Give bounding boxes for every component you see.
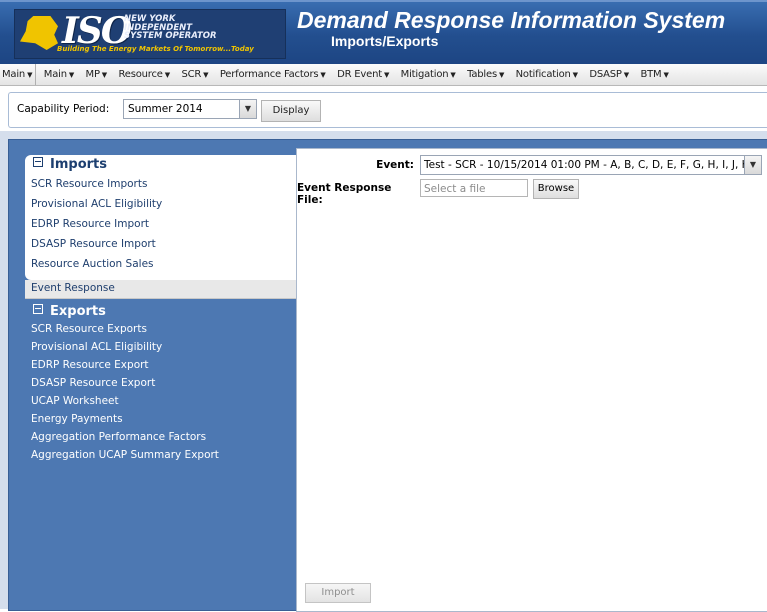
chevron-down-icon: ▼	[101, 71, 107, 79]
nav-item-dsasp-resource-export[interactable]: DSASP Resource Export	[31, 377, 155, 389]
chevron-down-icon[interactable]: ▼	[744, 156, 761, 174]
capability-period-label: Capability Period:	[17, 103, 110, 115]
chevron-down-icon: ▼	[27, 71, 33, 79]
menu-main[interactable]: Main ▼	[40, 64, 78, 85]
imports-header-label: Imports	[50, 157, 107, 172]
display-button[interactable]: Display	[261, 100, 321, 122]
exports-header-label: Exports	[50, 304, 106, 319]
main-body: Imports SCR Resource Imports Provisional…	[0, 131, 767, 612]
menu-label: Main	[43, 69, 67, 80]
menu-btm[interactable]: BTM ▼	[636, 64, 672, 85]
event-response-file-input[interactable]: Select a file	[420, 179, 528, 197]
capability-period-select[interactable]: Summer 2014 ▼	[123, 99, 257, 119]
capability-period-value: Summer 2014	[128, 103, 203, 115]
imports-section: Imports SCR Resource Imports Provisional…	[25, 155, 307, 280]
nav-item-resource-auction-sales[interactable]: Resource Auction Sales	[31, 258, 154, 270]
app-header: ISO NEW YORK INDEPENDENT SYSTEM OPERATOR…	[0, 0, 767, 64]
chevron-down-icon[interactable]: ▼	[239, 100, 256, 118]
chevron-down-icon: ▼	[383, 71, 390, 79]
logo-tagline: Building The Energy Markets Of Tomorrow.…	[57, 45, 254, 53]
menu-label: DR Event	[337, 69, 382, 80]
chevron-down-icon: ▼	[450, 71, 456, 79]
menu-main-root[interactable]: Main ▼	[0, 64, 37, 85]
chevron-down-icon: ▼	[68, 71, 75, 79]
nav-item-aggregation-ucap-summary-export[interactable]: Aggregation UCAP Summary Export	[31, 449, 219, 461]
event-response-form: Event: Test - SCR - 10/15/2014 01:00 PM …	[296, 148, 767, 612]
menu-label: Performance Factors	[219, 69, 319, 80]
import-button[interactable]: Import	[305, 583, 371, 603]
chevron-down-icon: ▼	[320, 71, 326, 79]
menu-label: MP	[85, 69, 100, 80]
event-response-file-label: Event Response File:	[297, 182, 392, 206]
menu-label: DSASP	[589, 69, 622, 80]
exports-header[interactable]: Exports	[33, 304, 106, 319]
nav-item-scr-resource-imports[interactable]: SCR Resource Imports	[31, 178, 147, 190]
app-title: Demand Response Information System	[297, 7, 726, 33]
page-subtitle: Imports/Exports	[331, 33, 439, 49]
menu-notification[interactable]: Notification ▼	[512, 64, 582, 85]
event-label: Event:	[376, 159, 414, 171]
nav-item-ucap-worksheet[interactable]: UCAP Worksheet	[31, 395, 119, 407]
nav-item-provisional-acl-eligibility-import[interactable]: Provisional ACL Eligibility	[31, 198, 162, 210]
event-value: Test - SCR - 10/15/2014 01:00 PM - A, B,…	[424, 159, 749, 171]
menu-mitigation[interactable]: Mitigation ▼	[397, 64, 460, 85]
chevron-down-icon: ▼	[164, 71, 170, 79]
content-panel: Imports SCR Resource Imports Provisional…	[8, 139, 767, 612]
menu-label: Tables	[467, 69, 497, 80]
menu-label: Main	[2, 69, 26, 80]
imports-header[interactable]: Imports	[33, 157, 107, 172]
chevron-down-icon: ▼	[623, 71, 629, 79]
org-line-3: SYSTEM OPERATOR	[124, 31, 217, 41]
menu-label: Notification	[515, 69, 571, 80]
chevron-down-icon: ▼	[572, 71, 578, 79]
capability-period-filter: Capability Period: Summer 2014 ▼ Display	[8, 92, 767, 128]
menu-label: SCR	[181, 69, 202, 80]
nav-item-edrp-resource-export[interactable]: EDRP Resource Export	[31, 359, 149, 371]
nav-item-dsasp-resource-import[interactable]: DSASP Resource Import	[31, 238, 156, 250]
chevron-down-icon: ▼	[203, 71, 209, 79]
menu-performance-factors[interactable]: Performance Factors ▼	[216, 64, 330, 85]
chevron-down-icon: ▼	[498, 71, 505, 79]
menu-dsasp[interactable]: DSASP ▼	[585, 64, 633, 85]
browse-button[interactable]: Browse	[533, 179, 579, 199]
nav-item-edrp-resource-import[interactable]: EDRP Resource Import	[31, 218, 149, 230]
menu-tables[interactable]: Tables ▼	[463, 64, 508, 85]
nav-item-energy-payments[interactable]: Energy Payments	[31, 413, 123, 425]
chevron-down-icon: ▼	[663, 71, 669, 79]
logo-org-name: NEW YORK INDEPENDENT SYSTEM OPERATOR	[124, 15, 217, 41]
menu-scr[interactable]: SCR ▼	[177, 64, 212, 85]
nav-item-aggregation-performance-factors[interactable]: Aggregation Performance Factors	[31, 431, 206, 443]
menu-resource[interactable]: Resource ▼	[114, 64, 173, 85]
nav-item-label: Event Response	[31, 282, 115, 294]
nav-item-provisional-acl-eligibility-export[interactable]: Provisional ACL Eligibility	[31, 341, 162, 353]
menu-label: Resource	[118, 69, 163, 80]
nav-item-scr-resource-exports[interactable]: SCR Resource Exports	[31, 323, 147, 335]
menu-label: Mitigation	[400, 69, 449, 80]
menu-dr-event[interactable]: DR Event ▼	[333, 64, 393, 85]
collapse-icon[interactable]	[33, 157, 43, 167]
menu-label: BTM	[640, 69, 662, 80]
nav-item-event-response[interactable]: Event Response	[25, 280, 307, 299]
menu-mp[interactable]: MP ▼	[82, 64, 111, 85]
event-select[interactable]: Test - SCR - 10/15/2014 01:00 PM - A, B,…	[420, 155, 762, 175]
main-menu-bar: Main ▼ Main ▼ MP ▼ Resource ▼ SCR ▼ Performan…	[0, 64, 767, 86]
collapse-icon[interactable]	[33, 304, 43, 314]
logo-iso-text: ISO	[62, 10, 132, 52]
